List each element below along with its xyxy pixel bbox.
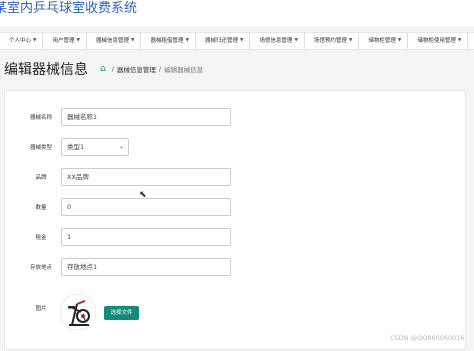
nav-item-venue-booking[interactable]: 场馆预约管理 ▼ [305, 33, 360, 49]
form-row-brand: 品牌 XX品牌 [5, 168, 465, 186]
type-select-value: 类型1 [67, 143, 85, 151]
home-icon[interactable]: ⌂ [100, 64, 106, 74]
mouse-cursor-icon: ⬉ [139, 190, 147, 200]
next-field-label-cropped [21, 345, 61, 351]
name-label: 器械名称 [29, 115, 52, 121]
type-select[interactable]: 类型1 ⌄ [61, 138, 129, 156]
breadcrumb-separator: / [111, 65, 114, 73]
type-label: 器械类型 [29, 145, 52, 151]
nav-item-venue-info[interactable]: 场馆信息管理 ▼ [250, 33, 305, 49]
caret-down-icon: ▼ [130, 38, 135, 43]
breadcrumb-separator: / [158, 65, 162, 73]
quantity-input[interactable]: 0 [61, 198, 231, 216]
nav-item-locker[interactable]: 储物柜管理 ▼ [359, 33, 409, 49]
app-title: 某室内乒乓球室收费系统 [0, 0, 474, 26]
rent-input[interactable]: 1 [61, 228, 231, 246]
image-label: 图片 [35, 306, 47, 312]
nav-item-equipment-info[interactable]: 器械信息管理 ▼ [87, 33, 142, 49]
choose-file-button[interactable]: 选择文件 [104, 306, 139, 320]
caret-down-icon: ▼ [348, 38, 353, 43]
caret-down-icon: ▼ [397, 38, 402, 43]
page-title: 编辑器械信息 [4, 62, 88, 78]
exercise-bike-image [59, 293, 97, 331]
name-input[interactable]: 器械名称1 [61, 108, 231, 126]
caret-down-icon: ▼ [185, 38, 189, 43]
brand-label: 品牌 [35, 175, 47, 181]
chevron-down-icon: ⌄ [118, 143, 124, 150]
quantity-label: 数量 [35, 205, 47, 211]
nav-item-equipment-rental[interactable]: 器械租借管理 ▼ [141, 33, 196, 49]
caret-down-icon: ▼ [457, 38, 462, 43]
form-row-quantity: 数量 0 [5, 198, 465, 216]
caret-down-icon: ▼ [76, 38, 80, 43]
caret-down-icon: ▼ [294, 38, 298, 43]
form-row-type: 器械类型 类型1 ⌄ [5, 138, 465, 156]
breadcrumb-current: 编辑器械信息 [164, 66, 204, 74]
form-row-name: 器械名称 器械名称1 [5, 108, 465, 126]
location-label: 存放地点 [29, 265, 52, 271]
nav-item-equipment-return[interactable]: 器械归还管理 ▼ [196, 33, 251, 49]
brand-input[interactable]: XX品牌 [61, 168, 231, 186]
form-row-rent: 租金 1 [5, 228, 465, 246]
watermark: CSDN @QQ860060016 [390, 334, 465, 342]
top-nav: 个人中心 ▼ 用户管理 ▼ 器械信息管理 ▼ 器械租借管理 ▼ 器械归还管理 ▼ 场馆信息… [0, 32, 474, 50]
rent-label: 租金 [35, 235, 47, 241]
nav-item-user-management[interactable]: 用户管理 ▼ [43, 33, 87, 49]
breadcrumb: ⌂ / 器械信息管理 / 编辑器械信息 [100, 64, 203, 74]
form-card: 器械名称 器械名称1 器械类型 类型1 ⌄ 品牌 XX品牌 数量 0 租金 1 … [4, 90, 466, 350]
equipment-image-preview [59, 292, 97, 332]
form-row-location: 存放地点 存放地点1 [5, 258, 465, 276]
caret-down-icon: ▼ [239, 38, 244, 43]
nav-item-locker-usage[interactable]: 储物柜使用管理 ▼ [408, 33, 469, 49]
breadcrumb-section[interactable]: 器械信息管理 [117, 64, 156, 74]
nav-item-personal-center[interactable]: 个人中心 ▼ [0, 33, 44, 49]
nav-item-more[interactable]: ... [468, 33, 474, 49]
page-header: 编辑器械信息 ⌂ / 器械信息管理 / 编辑器械信息 [0, 54, 474, 84]
location-input[interactable]: 存放地点1 [61, 258, 231, 276]
caret-down-icon: ▼ [33, 38, 37, 43]
